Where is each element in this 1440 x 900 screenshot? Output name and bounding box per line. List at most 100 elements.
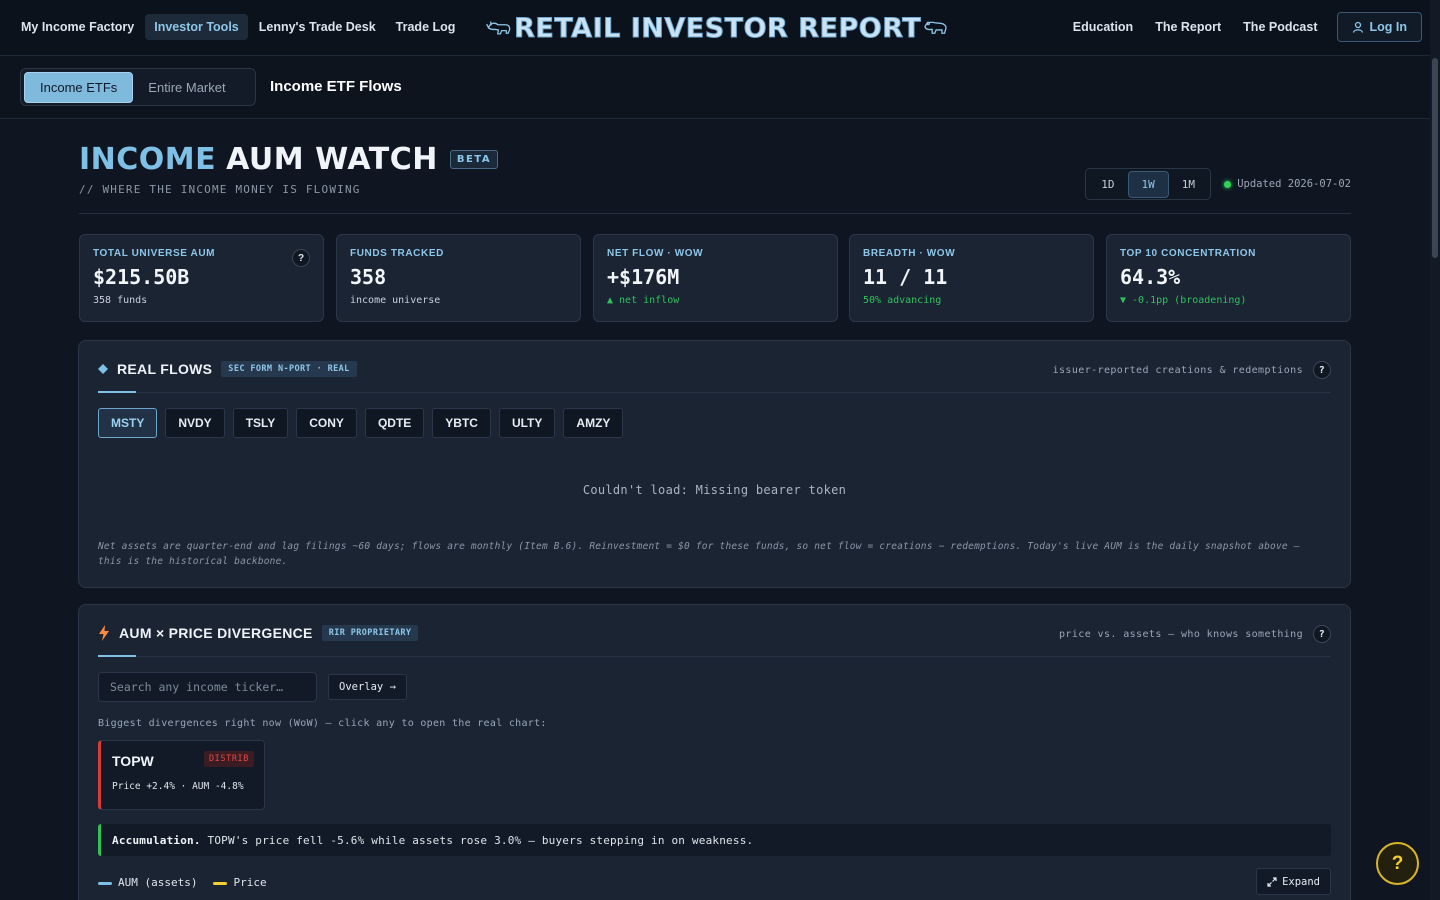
- nav-link-podcast[interactable]: The Podcast: [1234, 14, 1326, 40]
- help-icon[interactable]: ?: [292, 249, 310, 267]
- range-1w[interactable]: 1W: [1127, 170, 1169, 198]
- divider: [98, 392, 1331, 393]
- title-underline: [98, 655, 136, 657]
- nav-link-trade-log[interactable]: Trade Log: [387, 14, 465, 40]
- error-message: Couldn't load: Missing bearer token: [582, 483, 847, 497]
- panel-header: REAL FLOWS SEC FORM N-PORT · REAL: [98, 361, 357, 377]
- kpi-total-aum: TOTAL UNIVERSE AUM $215.50B 358 funds ?: [79, 234, 324, 322]
- source-tag: SEC FORM N-PORT · REAL: [221, 361, 357, 377]
- nav-right: Education The Report The Podcast Log In: [1064, 12, 1422, 42]
- kpi-value: 358: [350, 265, 387, 289]
- scrollbar-thumb[interactable]: [1432, 58, 1438, 258]
- bull-icon: [486, 21, 511, 35]
- kpi-concentration: TOP 10 CONCENTRATION 64.3% ▼ -0.1pp (bro…: [1106, 234, 1351, 322]
- aum-swatch: [98, 881, 112, 885]
- expand-label: Expand: [1282, 875, 1320, 888]
- ticker-search-input[interactable]: [98, 672, 317, 702]
- ticker-tab-tsly[interactable]: TSLY: [232, 408, 289, 438]
- overlay-button[interactable]: Overlay →: [328, 674, 407, 700]
- ticker-tab-ybtc[interactable]: YBTC: [432, 408, 491, 438]
- legend-label: Price: [233, 876, 267, 889]
- footnote: Net assets are quarter-end and lag filin…: [98, 541, 1300, 567]
- kpi-value: 11 / 11: [863, 265, 948, 289]
- tab-entire-market[interactable]: Entire Market: [133, 73, 240, 102]
- title-underline: [98, 391, 136, 393]
- range-selector: 1D 1W 1M: [1085, 168, 1211, 200]
- divergence-panel: AUM × PRICE DIVERGENCE RIR PROPRIETARY p…: [78, 604, 1351, 900]
- panel-header: AUM × PRICE DIVERGENCE RIR PROPRIETARY: [98, 625, 419, 641]
- ticker-tab-msty[interactable]: MSTY: [98, 408, 158, 438]
- lightning-icon: [99, 625, 109, 641]
- live-dot-icon: [1224, 180, 1232, 188]
- proprietary-tag: RIR PROPRIETARY: [321, 625, 419, 641]
- scrollbar[interactable]: [1430, 0, 1440, 900]
- divergence-stats: Price +2.4% · AUM -4.8%: [112, 781, 244, 792]
- range-1m[interactable]: 1M: [1169, 172, 1208, 197]
- accumulation-label: Accumulation.: [112, 833, 201, 847]
- kpi-value: $215.50B: [93, 265, 190, 289]
- kpi-funds-tracked: FUNDS TRACKED 358 income universe: [336, 234, 581, 322]
- legend-label: AUM (assets): [118, 876, 198, 889]
- distrib-badge: DISTRIB: [203, 751, 254, 767]
- panel-meta: price vs. assets — who knows something ?: [1059, 625, 1331, 643]
- login-label: Log In: [1369, 20, 1408, 34]
- updated-label: Updated 2026-07-02: [1237, 178, 1351, 190]
- kpi-note: ▼ -0.1pp (broadening): [1120, 295, 1247, 306]
- brand-name: RETAIL INVESTOR REPORT: [514, 12, 922, 44]
- diamond-icon: [98, 364, 108, 374]
- page-title-accent: INCOME: [79, 142, 217, 177]
- kpi-note: income universe: [350, 295, 441, 306]
- kpi-value: 64.3%: [1120, 265, 1181, 289]
- kpi-note: 358 funds: [93, 295, 148, 306]
- divergence-card[interactable]: TOPW DISTRIB Price +2.4% · AUM -4.8%: [98, 740, 265, 810]
- kpi-value: +$176M: [607, 265, 680, 289]
- expand-button[interactable]: Expand: [1256, 868, 1331, 895]
- nav-link-investor-tools[interactable]: Investor Tools: [145, 14, 248, 40]
- accumulation-text: TOPW's price fell -5.6% while assets ros…: [207, 833, 754, 847]
- top-nav: My Income Factory Investor Tools Lenny's…: [0, 0, 1430, 56]
- sub-nav: Income ETFs Entire Market Income ETF Flo…: [0, 56, 1430, 119]
- tab-income-etfs[interactable]: Income ETFs: [24, 71, 134, 103]
- help-fab-button[interactable]: ?: [1376, 842, 1419, 885]
- help-icon[interactable]: ?: [1313, 361, 1331, 379]
- legend-item-aum: AUM (assets): [98, 876, 197, 889]
- panel-title: AUM × PRICE DIVERGENCE: [119, 625, 313, 641]
- divider: [98, 656, 1331, 657]
- chart-legend: AUM (assets) Price: [98, 876, 267, 889]
- divergence-hint: Biggest divergences right now (WoW) — cl…: [98, 718, 547, 729]
- panel-meta-text: price vs. assets — who knows something: [1059, 628, 1303, 640]
- nav-link-education[interactable]: Education: [1064, 14, 1142, 40]
- panel-meta-text: issuer-reported creations & redemptions: [1052, 364, 1303, 376]
- universe-toggle: Income ETFs Entire Market: [20, 68, 256, 106]
- ticker-tab-nvdy[interactable]: NVDY: [165, 408, 225, 438]
- range-1d[interactable]: 1D: [1088, 172, 1127, 197]
- kpi-label: FUNDS TRACKED: [350, 248, 444, 259]
- kpi-note: 50% advancing: [863, 295, 942, 306]
- updated-status: Updated 2026-07-02: [1224, 178, 1351, 190]
- kpi-breadth: BREADTH · WOW 11 / 11 50% advancing: [849, 234, 1094, 322]
- bear-icon: [924, 21, 947, 34]
- brand-logo[interactable]: RETAIL INVESTOR REPORT: [486, 10, 948, 46]
- panel-meta: issuer-reported creations & redemptions …: [1053, 361, 1331, 379]
- ticker-tab-amzy[interactable]: AMZY: [563, 408, 624, 438]
- kpi-note: ▲ net inflow: [607, 295, 680, 306]
- ticker-tabs: MSTY NVDY TSLY CONY QDTE YBTC ULTY AMZY: [98, 408, 624, 438]
- accumulation-callout: Accumulation. TOPW's price fell -5.6% wh…: [98, 824, 1331, 856]
- login-button[interactable]: Log In: [1336, 12, 1422, 42]
- kpi-label: BREADTH · WOW: [863, 248, 956, 259]
- help-icon[interactable]: ?: [1313, 625, 1331, 643]
- subnav-title: Income ETF Flows: [270, 78, 402, 95]
- beta-badge: BETA: [449, 150, 499, 169]
- price-swatch: [213, 881, 228, 885]
- nav-left: My Income Factory Investor Tools Lenny's…: [12, 14, 464, 40]
- legend-item-price: Price: [213, 876, 267, 889]
- nav-link-report[interactable]: The Report: [1146, 14, 1230, 40]
- panel-title: REAL FLOWS: [117, 361, 213, 377]
- nav-link-trade-desk[interactable]: Lenny's Trade Desk: [250, 14, 385, 40]
- user-icon: [1352, 21, 1363, 33]
- ticker-tab-qdte[interactable]: QDTE: [364, 408, 425, 438]
- ticker-tab-cony[interactable]: CONY: [296, 408, 357, 438]
- expand-icon: [1267, 876, 1277, 887]
- nav-link-income-factory[interactable]: My Income Factory: [12, 14, 143, 40]
- ticker-tab-ulty[interactable]: ULTY: [498, 408, 556, 438]
